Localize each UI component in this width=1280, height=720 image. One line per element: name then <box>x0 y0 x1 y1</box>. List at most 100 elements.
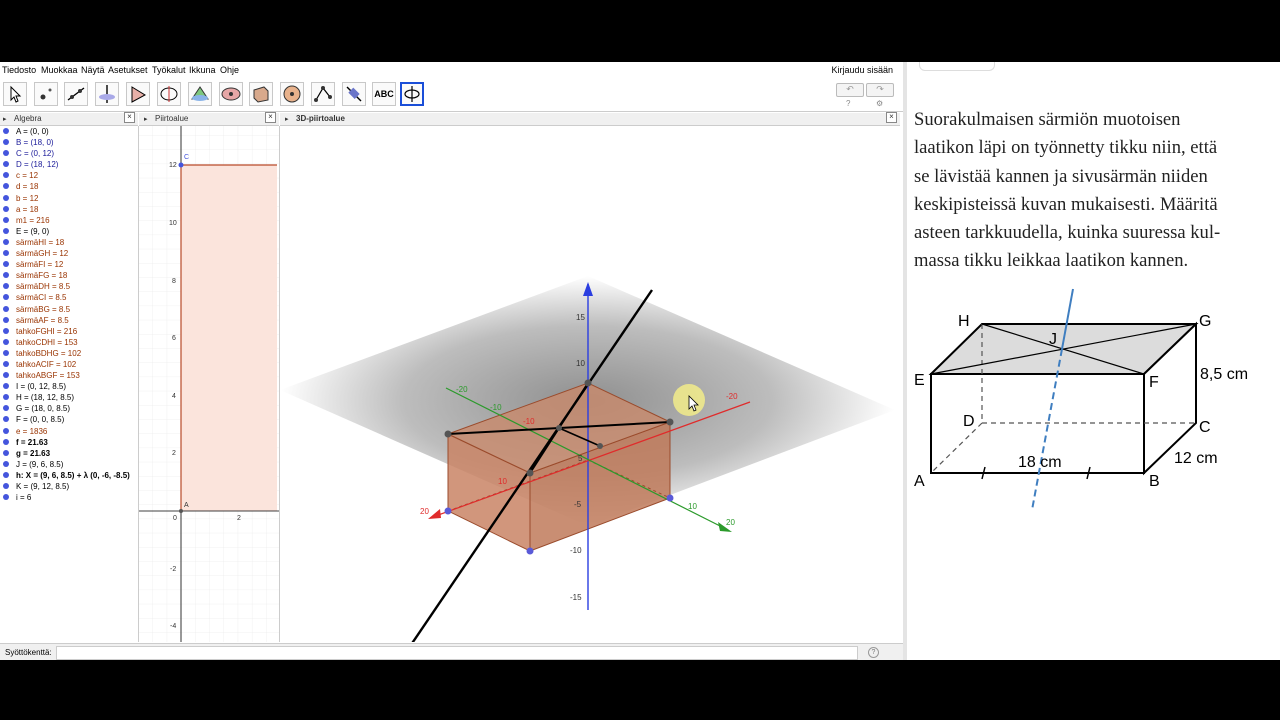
input-bar-field[interactable] <box>56 646 858 660</box>
rotate-view-tool[interactable] <box>400 82 424 106</box>
algebra-item[interactable]: särmäGH = 12 <box>0 248 138 259</box>
menu-tools[interactable]: Työkalut <box>152 65 186 75</box>
visibility-toggle-icon[interactable] <box>3 183 9 190</box>
visibility-toggle-icon[interactable] <box>3 427 9 434</box>
circle-tool[interactable] <box>157 82 181 106</box>
visibility-toggle-icon[interactable] <box>3 372 9 379</box>
login-link[interactable]: Kirjaudu sisään <box>831 65 893 75</box>
visibility-toggle-icon[interactable] <box>3 294 9 301</box>
redo-button[interactable]: ↷ <box>866 83 894 97</box>
algebra-item[interactable]: c = 12 <box>0 170 138 181</box>
visibility-toggle-icon[interactable] <box>3 471 9 478</box>
algebra-item[interactable]: G = (18, 0, 8.5) <box>0 403 138 414</box>
visibility-toggle-icon[interactable] <box>3 449 9 456</box>
menu-edit[interactable]: Muokkaa <box>41 65 78 75</box>
undo-button[interactable]: ↶ <box>836 83 864 97</box>
visibility-toggle-icon[interactable] <box>3 438 9 445</box>
algebra-item[interactable]: f = 21.63 <box>0 437 138 448</box>
algebra-item[interactable]: a = 18 <box>0 204 138 215</box>
algebra-item[interactable]: i = 6 <box>0 492 138 503</box>
reflect-tool[interactable] <box>342 82 366 106</box>
3d-canvas[interactable]: 15 10 5 -5 -10 -15 -20 -10 10 20 -20 -10… <box>280 126 900 642</box>
algebra-item[interactable]: H = (18, 12, 8.5) <box>0 392 138 403</box>
algebra-item[interactable]: särmäFI = 12 <box>0 259 138 270</box>
algebra-item[interactable]: h: X = (9, 6, 8.5) + λ (0, -6, -8.5) <box>0 470 138 481</box>
visibility-toggle-icon[interactable] <box>3 250 9 257</box>
collapse-arrow-icon[interactable]: ▸ <box>144 115 148 123</box>
extrude-tool[interactable] <box>249 82 273 106</box>
algebra-item[interactable]: D = (18, 12) <box>0 159 138 170</box>
visibility-toggle-icon[interactable] <box>3 150 9 157</box>
move-tool[interactable] <box>3 82 27 106</box>
visibility-toggle-icon[interactable] <box>3 405 9 412</box>
graphics-canvas[interactable]: 12 10 8 6 4 2 -2 -4 0 2 C A <box>139 126 279 642</box>
menu-file[interactable]: Tiedosto <box>2 65 36 75</box>
algebra-item[interactable]: g = 21.63 <box>0 448 138 459</box>
algebra-item[interactable]: tahkoABGF = 153 <box>0 370 138 381</box>
algebra-item[interactable]: E = (9, 0) <box>0 226 138 237</box>
algebra-item[interactable]: b = 12 <box>0 193 138 204</box>
visibility-toggle-icon[interactable] <box>3 383 9 390</box>
close-algebra-button[interactable]: × <box>124 112 135 123</box>
algebra-item[interactable]: tahkoACIF = 102 <box>0 359 138 370</box>
point-tool[interactable] <box>34 82 58 106</box>
angle-tool[interactable] <box>311 82 335 106</box>
algebra-item[interactable]: särmäBG = 8.5 <box>0 304 138 315</box>
algebra-item[interactable]: F = (0, 0, 8.5) <box>0 414 138 425</box>
visibility-toggle-icon[interactable] <box>3 161 9 168</box>
graphics-view[interactable]: 12 10 8 6 4 2 -2 -4 0 2 C A <box>139 126 280 642</box>
menu-window[interactable]: Ikkuna <box>189 65 216 75</box>
algebra-item[interactable]: särmäHI = 18 <box>0 237 138 248</box>
algebra-item[interactable]: m1 = 216 <box>0 215 138 226</box>
point-a[interactable] <box>179 509 183 513</box>
visibility-toggle-icon[interactable] <box>3 327 9 334</box>
pyramid-tool[interactable] <box>280 82 304 106</box>
visibility-toggle-icon[interactable] <box>3 216 9 223</box>
algebra-item[interactable]: C = (0, 12) <box>0 148 138 159</box>
visibility-toggle-icon[interactable] <box>3 172 9 179</box>
text-tool[interactable]: ABC <box>372 82 396 106</box>
algebra-item[interactable]: tahkoCDHI = 153 <box>0 337 138 348</box>
algebra-item[interactable]: K = (9, 12, 8.5) <box>0 481 138 492</box>
visibility-toggle-icon[interactable] <box>3 338 9 345</box>
algebra-item[interactable]: särmäFG = 18 <box>0 270 138 281</box>
algebra-item[interactable]: A = (0, 0) <box>0 126 138 137</box>
visibility-toggle-icon[interactable] <box>3 460 9 467</box>
close-graphics-button[interactable]: × <box>265 112 276 123</box>
visibility-toggle-icon[interactable] <box>3 194 9 201</box>
algebra-item[interactable]: d = 18 <box>0 181 138 192</box>
intersect-tool[interactable] <box>188 82 212 106</box>
visibility-toggle-icon[interactable] <box>3 316 9 323</box>
visibility-toggle-icon[interactable] <box>3 349 9 356</box>
input-help-icon[interactable]: ? <box>868 647 879 658</box>
visibility-toggle-icon[interactable] <box>3 205 9 212</box>
visibility-toggle-icon[interactable] <box>3 139 9 146</box>
visibility-toggle-icon[interactable] <box>3 238 9 245</box>
algebra-item[interactable]: tahkoFGHI = 216 <box>0 326 138 337</box>
visibility-toggle-icon[interactable] <box>3 494 9 501</box>
collapse-arrow-icon[interactable]: ▸ <box>285 115 289 123</box>
point-c[interactable] <box>178 162 184 168</box>
visibility-toggle-icon[interactable] <box>3 283 9 290</box>
settings-icon[interactable]: ⚙ <box>876 99 883 108</box>
visibility-toggle-icon[interactable] <box>3 305 9 312</box>
close-3d-view-button[interactable]: × <box>886 112 897 123</box>
menu-view[interactable]: Näytä <box>81 65 105 75</box>
algebra-item[interactable]: e = 1836 <box>0 426 138 437</box>
algebra-item[interactable]: särmäAF = 8.5 <box>0 315 138 326</box>
help-icon[interactable]: ? <box>846 99 850 108</box>
visibility-toggle-icon[interactable] <box>3 483 9 489</box>
algebra-item[interactable]: B = (18, 0) <box>0 137 138 148</box>
menu-help[interactable]: Ohje <box>220 65 239 75</box>
algebra-item[interactable]: I = (0, 12, 8.5) <box>0 381 138 392</box>
algebra-item[interactable]: tahkoBDHG = 102 <box>0 348 138 359</box>
visibility-toggle-icon[interactable] <box>3 128 9 134</box>
sphere-tool[interactable] <box>219 82 243 106</box>
algebra-item[interactable]: särmäDH = 8.5 <box>0 281 138 292</box>
visibility-toggle-icon[interactable] <box>3 227 9 234</box>
algebra-item[interactable]: särmäCI = 8.5 <box>0 292 138 303</box>
visibility-toggle-icon[interactable] <box>3 360 9 367</box>
3d-graphics-view[interactable]: 15 10 5 -5 -10 -15 -20 -10 10 20 -20 -10… <box>280 126 900 642</box>
collapse-arrow-icon[interactable]: ▸ <box>3 115 7 123</box>
tab-stub[interactable] <box>919 62 995 71</box>
